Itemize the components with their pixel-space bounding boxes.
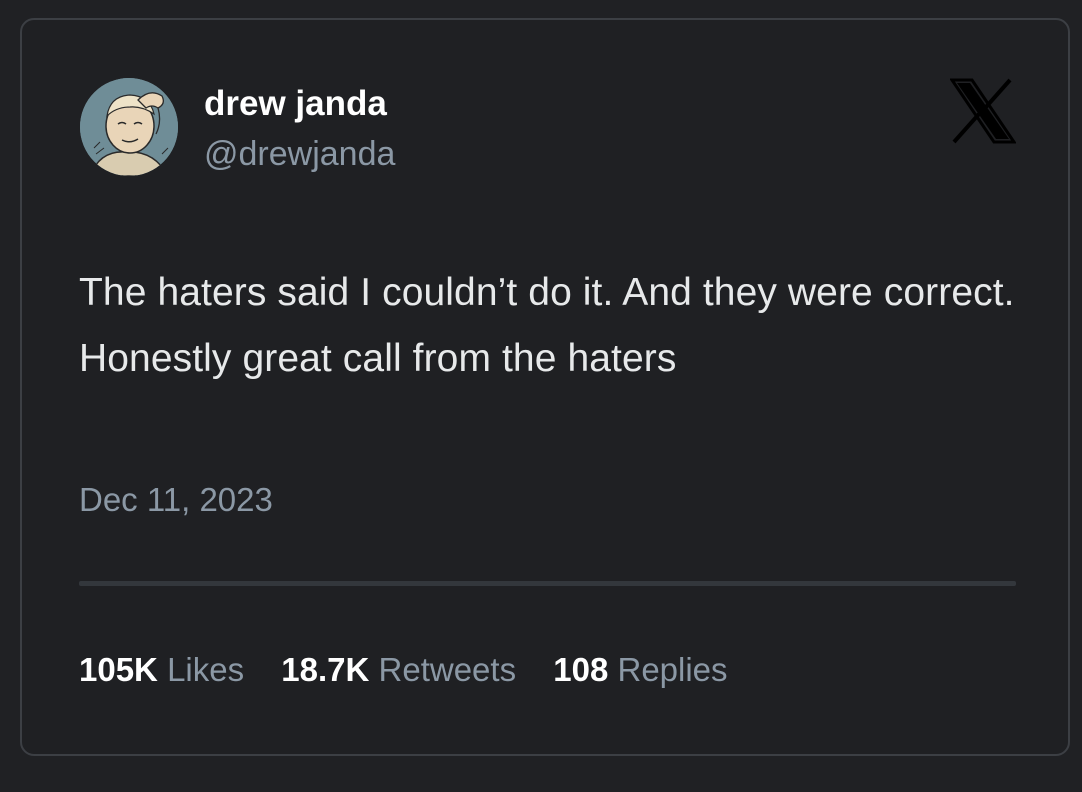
likes-label: Likes: [167, 651, 245, 688]
tweet-text: The haters said I couldn’t do it. And th…: [79, 271, 1015, 380]
tweet-card: drew janda @drewjanda The haters said I …: [20, 18, 1070, 756]
stat-replies[interactable]: 108 Replies: [553, 650, 727, 690]
tweet-timestamp[interactable]: Dec 11, 2023: [79, 480, 273, 520]
stat-likes[interactable]: 105K Likes: [79, 650, 244, 690]
retweets-label: Retweets: [378, 651, 517, 688]
author-handle[interactable]: @drewjanda: [204, 134, 395, 174]
avatar[interactable]: [80, 78, 178, 176]
engagement-stats: 105K Likes 18.7K Retweets 108 Replies: [79, 650, 756, 690]
replies-label: Replies: [617, 651, 728, 688]
cartoon-boy-avatar-icon: [80, 78, 178, 176]
divider: [79, 581, 1016, 586]
replies-count: 108: [553, 651, 609, 688]
author-name[interactable]: drew janda: [204, 84, 387, 124]
likes-count: 105K: [79, 651, 158, 688]
retweets-count: 18.7K: [281, 651, 370, 688]
x-logo-icon[interactable]: [949, 78, 1017, 144]
stat-retweets[interactable]: 18.7K Retweets: [281, 650, 516, 690]
